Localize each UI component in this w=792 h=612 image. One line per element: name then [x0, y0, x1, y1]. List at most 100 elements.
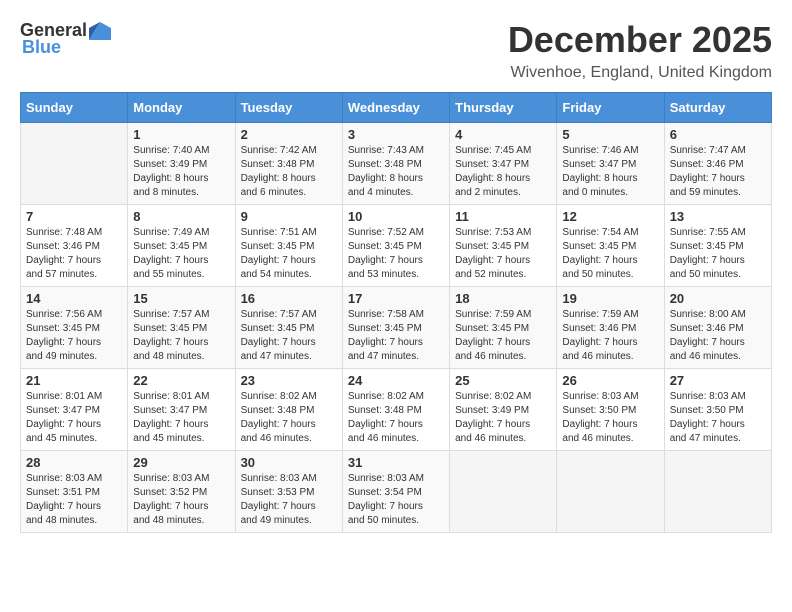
- calendar-cell: [557, 450, 664, 532]
- logo-icon: [89, 22, 111, 40]
- day-number: 4: [455, 127, 551, 142]
- calendar-cell: 8 Sunrise: 7:49 AM Sunset: 3:45 PM Daylig…: [128, 204, 235, 286]
- column-header-friday: Friday: [557, 92, 664, 122]
- column-header-sunday: Sunday: [21, 92, 128, 122]
- calendar-cell: 3 Sunrise: 7:43 AM Sunset: 3:48 PM Daylig…: [342, 122, 449, 204]
- calendar-cell: 19 Sunrise: 7:59 AM Sunset: 3:46 PM Dayli…: [557, 286, 664, 368]
- day-number: 28: [26, 455, 122, 470]
- calendar-week-row: 21 Sunrise: 8:01 AM Sunset: 3:47 PM Dayli…: [21, 368, 772, 450]
- calendar-cell: [450, 450, 557, 532]
- day-number: 1: [133, 127, 229, 142]
- day-info: Sunrise: 7:57 AM Sunset: 3:45 PM Dayligh…: [241, 308, 337, 364]
- column-header-thursday: Thursday: [450, 92, 557, 122]
- day-number: 30: [241, 455, 337, 470]
- calendar-cell: 4Sunrise: 7:45 AM Sunset: 3:47 PM Daylig…: [450, 122, 557, 204]
- logo-blue: Blue: [22, 37, 61, 58]
- day-number: 20: [670, 291, 766, 306]
- calendar-cell: 20 Sunrise: 8:00 AM Sunset: 3:46 PM Dayli…: [664, 286, 771, 368]
- calendar-cell: 7Sunrise: 7:48 AM Sunset: 3:46 PM Daylig…: [21, 204, 128, 286]
- calendar-cell: 26 Sunrise: 8:03 AM Sunset: 3:50 PM Dayli…: [557, 368, 664, 450]
- calendar-cell: 5 Sunrise: 7:46 AM Sunset: 3:47 PM Daylig…: [557, 122, 664, 204]
- column-header-wednesday: Wednesday: [342, 92, 449, 122]
- day-info: Sunrise: 8:03 AM Sunset: 3:51 PM Dayligh…: [26, 472, 122, 528]
- day-number: 11: [455, 209, 551, 224]
- day-number: 6: [670, 127, 766, 142]
- day-info: Sunrise: 7:49 AM Sunset: 3:45 PM Dayligh…: [133, 226, 229, 282]
- calendar-table: SundayMondayTuesdayWednesdayThursdayFrid…: [20, 92, 772, 533]
- calendar-cell: 31 Sunrise: 8:03 AM Sunset: 3:54 PM Dayli…: [342, 450, 449, 532]
- day-number: 18: [455, 291, 551, 306]
- day-info: Sunrise: 7:58 AM Sunset: 3:45 PM Dayligh…: [348, 308, 444, 364]
- day-number: 3: [348, 127, 444, 142]
- calendar-cell: 25Sunrise: 8:02 AM Sunset: 3:49 PM Dayli…: [450, 368, 557, 450]
- column-header-monday: Monday: [128, 92, 235, 122]
- day-info: Sunrise: 8:03 AM Sunset: 3:54 PM Dayligh…: [348, 472, 444, 528]
- day-info: Sunrise: 7:43 AM Sunset: 3:48 PM Dayligh…: [348, 144, 444, 200]
- calendar-cell: 23 Sunrise: 8:02 AM Sunset: 3:48 PM Dayli…: [235, 368, 342, 450]
- column-header-tuesday: Tuesday: [235, 92, 342, 122]
- day-info: Sunrise: 7:52 AM Sunset: 3:45 PM Dayligh…: [348, 226, 444, 282]
- calendar-cell: 1 Sunrise: 7:40 AM Sunset: 3:49 PM Daylig…: [128, 122, 235, 204]
- calendar-cell: 27Sunrise: 8:03 AM Sunset: 3:50 PM Dayli…: [664, 368, 771, 450]
- calendar-cell: 29Sunrise: 8:03 AM Sunset: 3:52 PM Dayli…: [128, 450, 235, 532]
- day-info: Sunrise: 7:46 AM Sunset: 3:47 PM Dayligh…: [562, 144, 658, 200]
- calendar-cell: 11Sunrise: 7:53 AM Sunset: 3:45 PM Dayli…: [450, 204, 557, 286]
- day-info: Sunrise: 8:02 AM Sunset: 3:48 PM Dayligh…: [348, 390, 444, 446]
- calendar-week-row: 1 Sunrise: 7:40 AM Sunset: 3:49 PM Daylig…: [21, 122, 772, 204]
- day-number: 2: [241, 127, 337, 142]
- day-number: 23: [241, 373, 337, 388]
- day-number: 26: [562, 373, 658, 388]
- day-info: Sunrise: 7:40 AM Sunset: 3:49 PM Dayligh…: [133, 144, 229, 200]
- calendar-cell: 30 Sunrise: 8:03 AM Sunset: 3:53 PM Dayli…: [235, 450, 342, 532]
- day-number: 21: [26, 373, 122, 388]
- day-info: Sunrise: 7:48 AM Sunset: 3:46 PM Dayligh…: [26, 226, 122, 282]
- day-info: Sunrise: 7:54 AM Sunset: 3:45 PM Dayligh…: [562, 226, 658, 282]
- day-info: Sunrise: 7:59 AM Sunset: 3:46 PM Dayligh…: [562, 308, 658, 364]
- day-number: 19: [562, 291, 658, 306]
- calendar-cell: 16Sunrise: 7:57 AM Sunset: 3:45 PM Dayli…: [235, 286, 342, 368]
- calendar-week-row: 28 Sunrise: 8:03 AM Sunset: 3:51 PM Dayli…: [21, 450, 772, 532]
- day-number: 17: [348, 291, 444, 306]
- day-number: 29: [133, 455, 229, 470]
- day-number: 9: [241, 209, 337, 224]
- calendar-cell: 24Sunrise: 8:02 AM Sunset: 3:48 PM Dayli…: [342, 368, 449, 450]
- calendar-cell: 22 Sunrise: 8:01 AM Sunset: 3:47 PM Dayli…: [128, 368, 235, 450]
- day-info: Sunrise: 8:03 AM Sunset: 3:50 PM Dayligh…: [670, 390, 766, 446]
- day-info: Sunrise: 7:51 AM Sunset: 3:45 PM Dayligh…: [241, 226, 337, 282]
- day-number: 31: [348, 455, 444, 470]
- day-info: Sunrise: 7:56 AM Sunset: 3:45 PM Dayligh…: [26, 308, 122, 364]
- calendar-cell: 15Sunrise: 7:57 AM Sunset: 3:45 PM Dayli…: [128, 286, 235, 368]
- calendar-cell: 2 Sunrise: 7:42 AM Sunset: 3:48 PM Daylig…: [235, 122, 342, 204]
- day-info: Sunrise: 8:03 AM Sunset: 3:53 PM Dayligh…: [241, 472, 337, 528]
- location: Wivenhoe, England, United Kingdom: [508, 64, 772, 82]
- calendar-cell: 13 Sunrise: 7:55 AM Sunset: 3:45 PM Dayli…: [664, 204, 771, 286]
- day-info: Sunrise: 7:47 AM Sunset: 3:46 PM Dayligh…: [670, 144, 766, 200]
- calendar-week-row: 7Sunrise: 7:48 AM Sunset: 3:46 PM Daylig…: [21, 204, 772, 286]
- calendar-cell: 18 Sunrise: 7:59 AM Sunset: 3:45 PM Dayli…: [450, 286, 557, 368]
- calendar-cell: 14Sunrise: 7:56 AM Sunset: 3:45 PM Dayli…: [21, 286, 128, 368]
- day-info: Sunrise: 7:55 AM Sunset: 3:45 PM Dayligh…: [670, 226, 766, 282]
- calendar-cell: 10 Sunrise: 7:52 AM Sunset: 3:45 PM Dayli…: [342, 204, 449, 286]
- day-number: 10: [348, 209, 444, 224]
- day-number: 5: [562, 127, 658, 142]
- column-header-saturday: Saturday: [664, 92, 771, 122]
- day-info: Sunrise: 8:00 AM Sunset: 3:46 PM Dayligh…: [670, 308, 766, 364]
- logo: General Blue: [20, 20, 111, 58]
- calendar-week-row: 14Sunrise: 7:56 AM Sunset: 3:45 PM Dayli…: [21, 286, 772, 368]
- day-info: Sunrise: 8:03 AM Sunset: 3:50 PM Dayligh…: [562, 390, 658, 446]
- calendar-cell: 9 Sunrise: 7:51 AM Sunset: 3:45 PM Daylig…: [235, 204, 342, 286]
- calendar-cell: [664, 450, 771, 532]
- calendar-cell: [21, 122, 128, 204]
- day-number: 13: [670, 209, 766, 224]
- day-info: Sunrise: 8:01 AM Sunset: 3:47 PM Dayligh…: [26, 390, 122, 446]
- day-number: 22: [133, 373, 229, 388]
- day-info: Sunrise: 7:42 AM Sunset: 3:48 PM Dayligh…: [241, 144, 337, 200]
- calendar-cell: 6 Sunrise: 7:47 AM Sunset: 3:46 PM Daylig…: [664, 122, 771, 204]
- month-title: December 2025: [508, 20, 772, 60]
- calendar-cell: 12Sunrise: 7:54 AM Sunset: 3:45 PM Dayli…: [557, 204, 664, 286]
- day-info: Sunrise: 8:01 AM Sunset: 3:47 PM Dayligh…: [133, 390, 229, 446]
- day-info: Sunrise: 8:02 AM Sunset: 3:48 PM Dayligh…: [241, 390, 337, 446]
- day-number: 8: [133, 209, 229, 224]
- page-header: General Blue December 2025 Wivenhoe, Eng…: [20, 20, 772, 82]
- day-info: Sunrise: 7:59 AM Sunset: 3:45 PM Dayligh…: [455, 308, 551, 364]
